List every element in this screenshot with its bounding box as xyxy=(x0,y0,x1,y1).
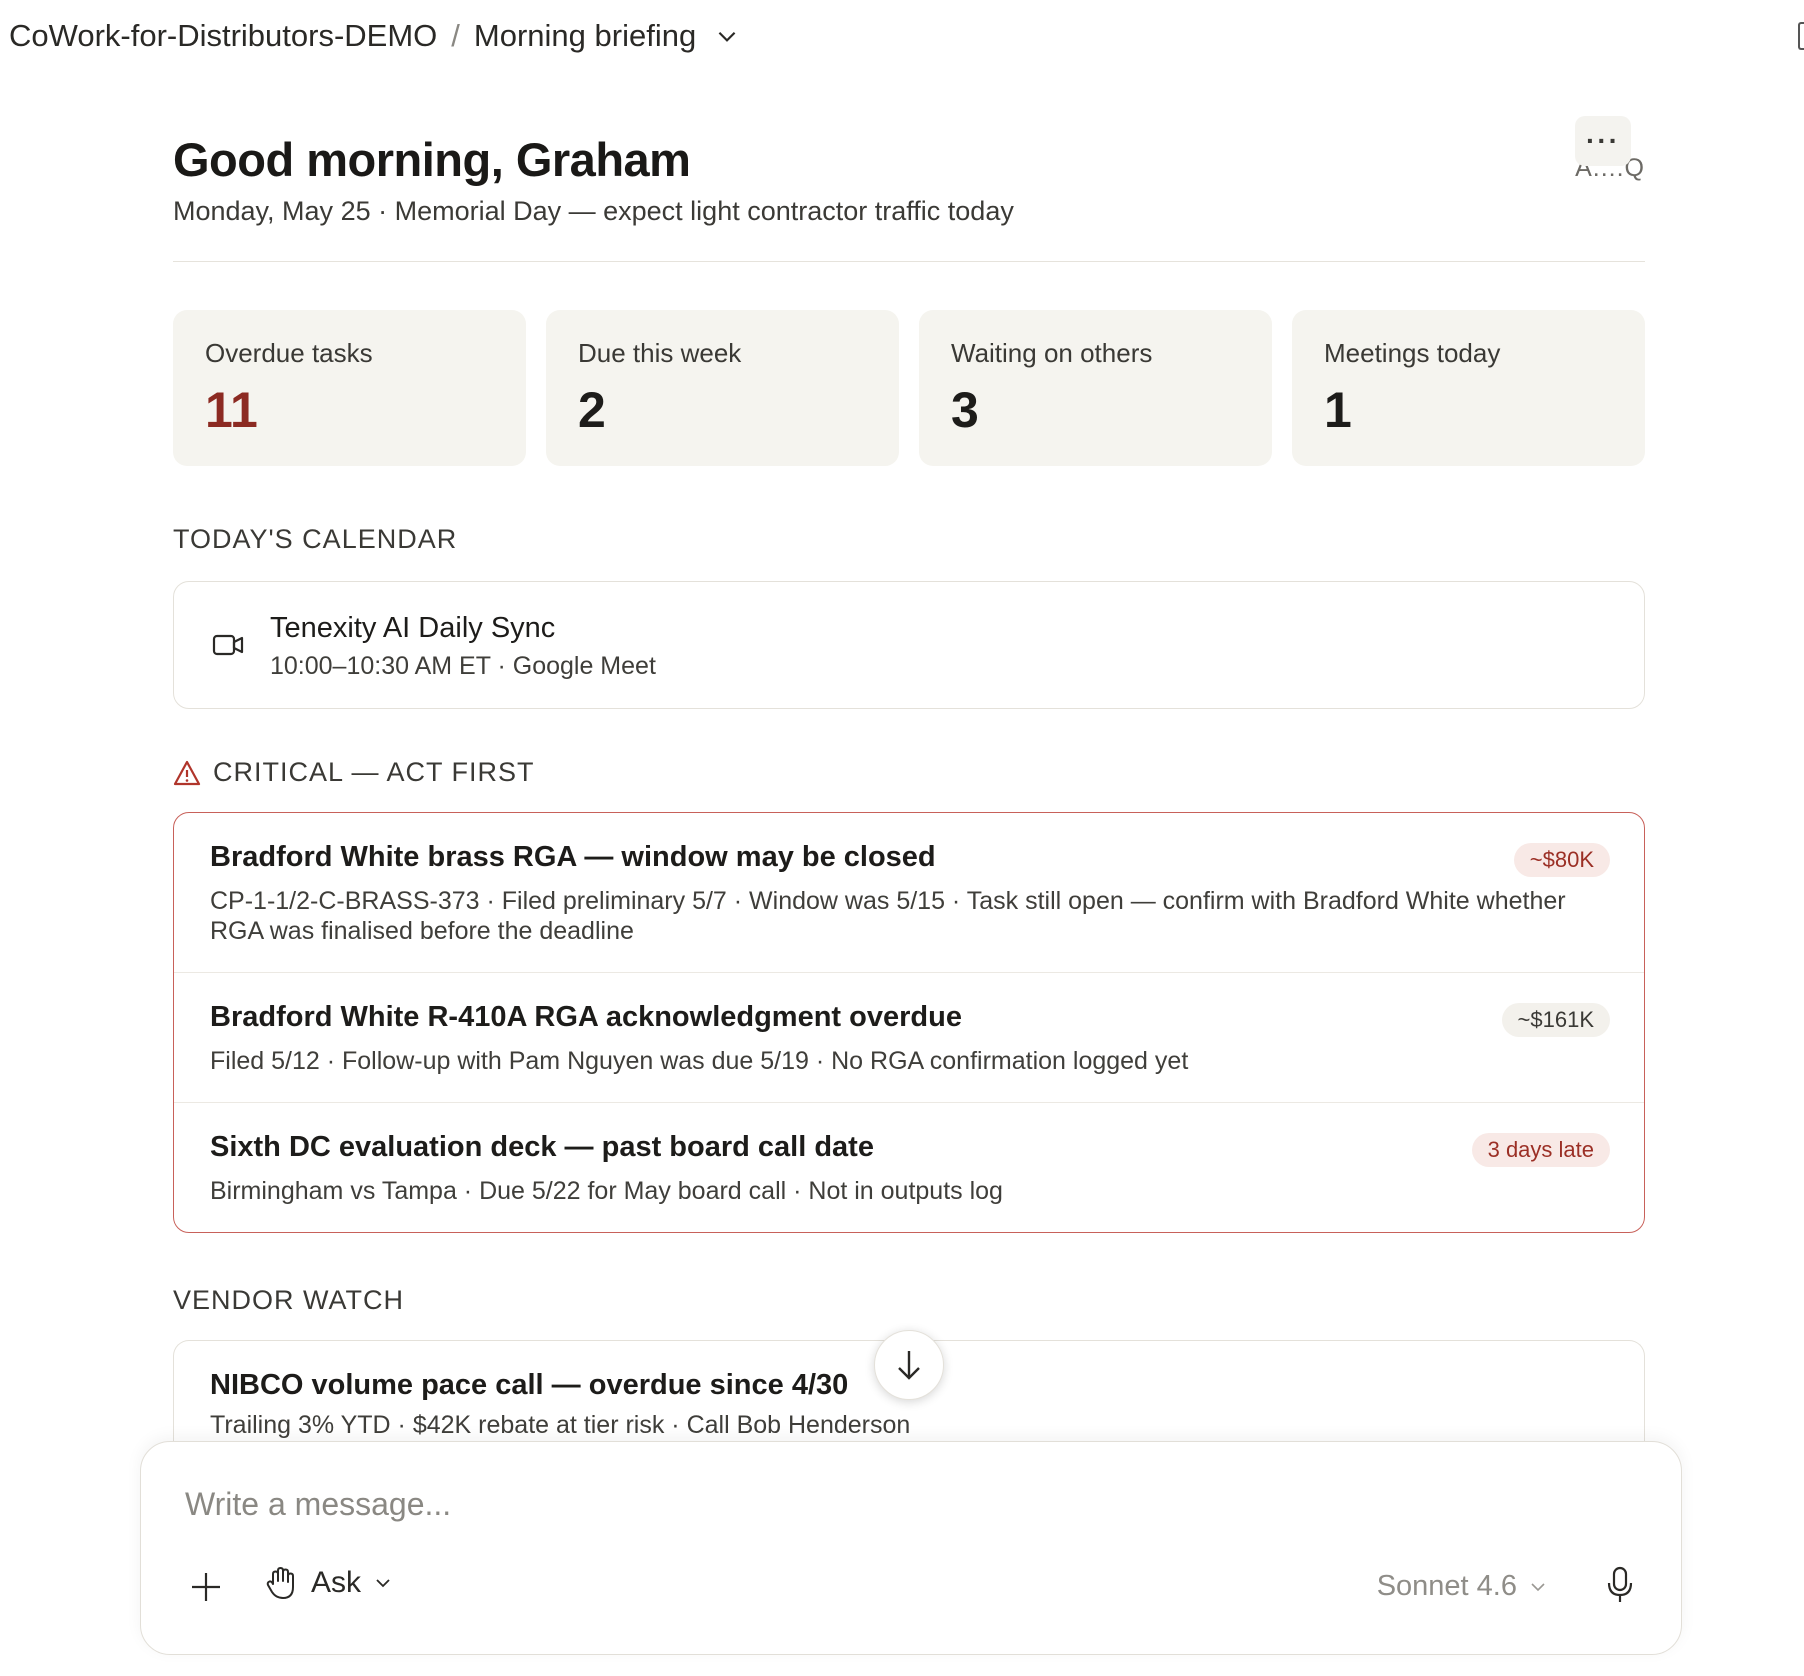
chevron-down-icon xyxy=(1531,1582,1545,1591)
plus-icon[interactable] xyxy=(191,1572,221,1602)
late-badge: 3 days late xyxy=(1471,1133,1610,1167)
stat-card-due-week[interactable]: Due this week 2 xyxy=(546,310,899,466)
stat-value: 1 xyxy=(1324,382,1352,438)
message-input[interactable] xyxy=(185,1486,1585,1523)
more-options-button[interactable]: ··· xyxy=(1575,116,1631,166)
message-composer: Ask Sonnet 4.6 xyxy=(140,1441,1682,1655)
chevron-down-icon[interactable] xyxy=(714,23,740,49)
calendar-section-title: TODAY'S CALENDAR xyxy=(173,524,458,554)
breadcrumb-workspace[interactable]: CoWork-for-Distributors-DEMO xyxy=(9,18,437,54)
model-selector[interactable]: Sonnet 4.6 xyxy=(1377,1570,1547,1603)
critical-item-title: Sixth DC evaluation deck — past board ca… xyxy=(210,1131,874,1163)
date-subline: Monday, May 25 · Memorial Day — expect l… xyxy=(173,196,1014,226)
arrow-down-icon xyxy=(898,1351,920,1380)
critical-item[interactable]: Bradford White brass RGA — window may be… xyxy=(174,813,1644,973)
model-label: Sonnet 4.6 xyxy=(1376,1570,1517,1602)
vendor-section-title: VENDOR WATCH xyxy=(173,1285,404,1315)
warning-triangle-icon xyxy=(173,760,201,785)
critical-list: Bradford White brass RGA — window may be… xyxy=(173,812,1645,1233)
vendor-item-desc: Trailing 3% YTD · $42K rebate at tier ri… xyxy=(210,1411,911,1439)
critical-item-desc: Filed 5/12 · Follow-up with Pam Nguyen w… xyxy=(210,1047,1189,1075)
calendar-event-card[interactable]: Tenexity AI Daily Sync 10:00–10:30 AM ET… xyxy=(173,581,1645,709)
stat-value: 11 xyxy=(205,382,258,438)
breadcrumb-separator: / xyxy=(451,18,460,53)
briefing-main: Good morning, Graham Monday, May 25 · Me… xyxy=(173,72,1645,1460)
critical-item[interactable]: Sixth DC evaluation deck — past board ca… xyxy=(174,1103,1644,1232)
stat-card-waiting[interactable]: Waiting on others 3 xyxy=(919,310,1272,466)
critical-item[interactable]: Bradford White R-410A RGA acknowledgment… xyxy=(174,973,1644,1103)
mode-selector[interactable]: Ask xyxy=(265,1566,393,1600)
critical-section-title: CRITICAL — ACT FIRST xyxy=(213,757,535,787)
critical-item-title: Bradford White brass RGA — window may be… xyxy=(210,841,936,873)
vendor-item-title: NIBCO volume pace call — overdue since 4… xyxy=(210,1369,849,1401)
video-camera-icon xyxy=(212,634,244,656)
stat-card-overdue[interactable]: Overdue tasks 11 xyxy=(173,310,526,466)
stat-card-meetings[interactable]: Meetings today 1 xyxy=(1292,310,1645,466)
hand-icon xyxy=(266,1567,294,1599)
stat-label: Waiting on others xyxy=(951,338,1153,368)
amount-badge: ~$80K xyxy=(1513,843,1610,877)
stat-label: Overdue tasks xyxy=(205,338,373,368)
sidebar-toggle-icon[interactable] xyxy=(1798,22,1804,50)
stat-label: Meetings today xyxy=(1324,338,1501,368)
stat-value: 2 xyxy=(578,382,606,438)
stat-cards: Overdue tasks 11 Due this week 2 Waiting… xyxy=(173,310,1645,466)
page-title: Good morning, Graham xyxy=(173,133,691,186)
critical-item-desc: Birmingham vs Tampa · Due 5/22 for May b… xyxy=(210,1177,1003,1205)
amount-badge: ~$161K xyxy=(1501,1003,1610,1037)
breadcrumb-page[interactable]: Morning briefing xyxy=(474,18,696,54)
stat-value: 3 xyxy=(951,382,979,438)
event-title: Tenexity AI Daily Sync xyxy=(270,612,556,644)
stat-label: Due this week xyxy=(578,338,742,368)
event-details: 10:00–10:30 AM ET · Google Meet xyxy=(270,652,656,680)
mode-label: Ask xyxy=(311,1566,362,1599)
top-bar: CoWork-for-Distributors-DEMO / Morning b… xyxy=(0,0,1804,72)
critical-item-title: Bradford White R-410A RGA acknowledgment… xyxy=(210,1001,962,1033)
scroll-to-bottom-button[interactable] xyxy=(874,1330,944,1400)
chevron-down-icon xyxy=(376,1579,390,1588)
critical-item-desc: CP-1-1/2-C-BRASS-373 · Filed preliminary… xyxy=(210,887,1566,945)
critical-section-header: CRITICAL — ACT FIRST xyxy=(173,757,1645,788)
briefing-header: Good morning, Graham Monday, May 25 · Me… xyxy=(173,72,1645,262)
microphone-icon[interactable] xyxy=(1605,1566,1635,1604)
